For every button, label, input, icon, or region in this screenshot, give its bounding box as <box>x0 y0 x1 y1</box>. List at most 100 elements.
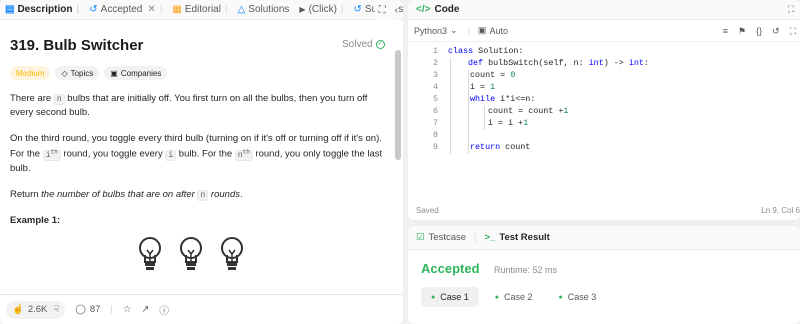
runtime-label: Runtime: 52 ms <box>494 265 558 275</box>
case-tabs: ● Case 1 ● Case 2 ● Case 3 <box>421 287 606 307</box>
case-tab-2[interactable]: ● Case 2 <box>485 287 543 307</box>
question-icon: ⓘ <box>159 305 169 317</box>
help-button[interactable]: ⓘ <box>159 303 169 317</box>
checkbox-icon: ☑ <box>416 232 425 243</box>
expand-icon[interactable]: ⛶ <box>790 26 796 37</box>
tab-testcase[interactable]: ☑ Testcase <box>416 232 466 243</box>
fullscreen-icon[interactable]: ⛶ <box>788 4 794 15</box>
inline-code: nth <box>234 148 253 161</box>
toolbar-divider: | <box>467 25 470 36</box>
tab-editorial[interactable]: ▦ Editorial | <box>167 0 232 20</box>
like-button[interactable]: ☝ 2.6K <box>12 304 47 315</box>
bookmark-icon[interactable]: ⚑ <box>738 26 746 37</box>
lock-icon: ▣ <box>477 25 487 35</box>
text: Return <box>10 188 42 200</box>
cursor-position: Ln 9, Col 6 <box>761 206 800 215</box>
reset-icon[interactable]: ↺ <box>772 26 780 37</box>
text: There are <box>10 93 54 104</box>
comment-count: 87 <box>89 304 101 315</box>
braces-icon[interactable]: {} <box>756 26 762 37</box>
case-tab-3[interactable]: ● Case 3 <box>549 287 607 307</box>
example-heading: Example 1: <box>10 215 61 226</box>
description-paragraph: On the third round, you toggle every thi… <box>10 132 386 175</box>
favorite-button[interactable]: ☆ <box>123 304 132 315</box>
superscript: th <box>50 148 58 155</box>
code-panel: </> Code ⛶ Python3 ⌄ | ▣ Auto ≡ ⚑ {} ↺ ⛶… <box>408 0 800 220</box>
auto-mode-toggle[interactable]: ▣ Auto <box>478 25 508 36</box>
code-editor[interactable]: 1 2 3 4 5 6 7 8 9 class Solution: def bu… <box>408 44 800 194</box>
case-label: Case 3 <box>567 292 597 302</box>
dislike-button[interactable]: ☟ <box>53 304 59 315</box>
code-panel-header: </> Code ⛶ <box>408 0 800 20</box>
line-number: 9 <box>432 142 438 152</box>
tab-description[interactable]: ▤ Description | <box>0 0 84 20</box>
code-panel-title: Code <box>434 4 460 15</box>
bulb-icon <box>180 237 202 270</box>
inline-code: n <box>53 94 65 105</box>
left-tab-bar: ▤ Description | ↺ Accepted ✕ | ▦ Editori… <box>0 0 403 20</box>
tab-test-result[interactable]: >_ Test Result <box>485 232 550 243</box>
tab-accepted[interactable]: ↺ Accepted ✕ | <box>84 0 167 20</box>
pass-dot-icon: ● <box>431 293 436 301</box>
topics-button[interactable]: ◇ Topics <box>55 66 100 80</box>
left-tab-actions: ⛶ ‹ <box>374 0 398 20</box>
tab-testcase-label: Testcase <box>428 232 467 243</box>
tab-click-label: (Click) <box>308 4 337 15</box>
case-tab-1[interactable]: ● Case 1 <box>421 287 479 307</box>
tab-divider: | <box>224 4 228 15</box>
close-icon[interactable]: ✕ <box>147 4 155 15</box>
inline-code: ith <box>42 148 61 161</box>
indent-guide <box>468 70 469 154</box>
comment-icon: ◯ <box>75 304 86 315</box>
code-line: class Solution: <box>448 46 524 56</box>
description-content: 319. Bulb Switcher Solved ✓ Medium ◇ Top… <box>0 20 403 294</box>
tab-test-result-label: Test Result <box>499 232 550 243</box>
description-panel: ▤ Description | ↺ Accepted ✕ | ▦ Editori… <box>0 0 403 324</box>
comments-button[interactable]: ◯ 87 <box>75 304 100 315</box>
tag-icon: ◇ <box>61 68 68 78</box>
tab-click[interactable]: ▶ (Click) | <box>294 0 348 20</box>
code-line: while i*i<=n: <box>470 94 536 104</box>
superscript: th <box>242 148 250 155</box>
code-line: return count <box>470 142 531 152</box>
tab-solutions[interactable]: △ Solutions <box>233 0 295 20</box>
code-line: count = 0 <box>470 70 516 80</box>
result-tab-bar: ☑ Testcase | >_ Test Result <box>408 226 800 250</box>
code-line: i = i +1 <box>488 118 529 128</box>
line-number: 2 <box>432 58 438 68</box>
verdict-label: Accepted <box>421 261 480 276</box>
difficulty-badge: Medium <box>10 66 51 80</box>
format-icon[interactable]: ≡ <box>723 26 728 37</box>
tab-divider: | <box>340 4 344 15</box>
share-button[interactable]: ↗ <box>141 304 149 315</box>
text: round, you toggle every <box>60 148 166 160</box>
vote-group: ☝ 2.6K ☟ <box>6 300 66 319</box>
chevron-left-icon[interactable]: ‹ <box>395 5 398 16</box>
thumbs-down-icon: ☟ <box>53 304 60 315</box>
solved-label: Solved <box>342 39 373 50</box>
case-label: Case 2 <box>504 292 533 302</box>
code-line: i = 1 <box>470 82 496 92</box>
scrollbar[interactable] <box>395 50 401 160</box>
thumbs-up-icon: ☝ <box>12 304 24 315</box>
inline-code: n <box>197 189 209 201</box>
tab-divider: | <box>76 4 80 15</box>
auto-label: Auto <box>489 25 508 36</box>
description-paragraph: Return the number of bulbs that are on a… <box>10 188 386 202</box>
tab-divider: | <box>474 232 477 243</box>
bulb-icon <box>221 237 243 270</box>
tab-divider: | <box>159 4 163 15</box>
case-label: Case 1 <box>440 292 469 302</box>
tab-accepted-label: Accepted <box>100 4 143 15</box>
line-number: 4 <box>432 82 438 92</box>
line-number: 8 <box>432 130 438 140</box>
companies-label: Companies <box>120 68 162 78</box>
chevron-down-icon: ⌄ <box>450 25 458 35</box>
description-footer: ☝ 2.6K ☟ ◯ 87 | ☆ ↗ ⓘ <box>0 294 403 324</box>
language-select[interactable]: Python3 ⌄ <box>414 25 458 36</box>
lock-icon: ▣ <box>110 68 118 78</box>
companies-button[interactable]: ▣ Companies <box>104 66 168 80</box>
line-number: 3 <box>432 70 438 80</box>
pass-dot-icon: ● <box>558 293 563 301</box>
fullscreen-icon[interactable]: ⛶ <box>379 5 386 16</box>
